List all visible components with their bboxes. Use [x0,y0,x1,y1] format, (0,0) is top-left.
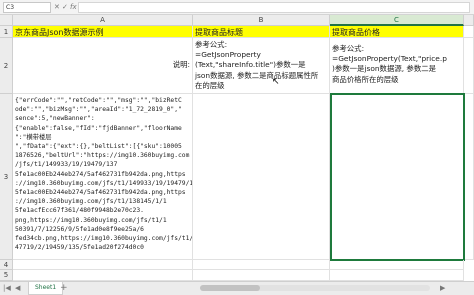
formula-input[interactable] [78,2,470,13]
mouse-pointer-icon: ↖ [272,77,280,87]
cell-a5[interactable] [13,270,193,281]
formula-bar: C3 ✕ ✓ fx [0,0,474,15]
cell-b4[interactable] [193,260,330,270]
cell-c5[interactable] [330,270,464,281]
cell-a2[interactable]: 说明: [13,38,193,94]
column-header-b[interactable]: B [193,15,330,26]
column-header-blank[interactable] [464,15,474,26]
cell-d1[interactable] [464,26,474,38]
prev-sheet-icon[interactable]: ◀ [15,282,20,295]
confirm-icon[interactable]: ✓ [62,1,68,13]
sheet-tab-bar: |◀ ◀ Sheet1 + ▶ [0,281,474,295]
cell-a2-text: 说明: [172,60,190,69]
row-header-5[interactable]: 5 [0,270,13,281]
select-all-corner[interactable] [0,15,13,26]
cell-b2-text: 参考公式: =GetJsonProperty (Text,"shareInfo.… [195,40,319,90]
name-box[interactable]: C3 [3,2,51,13]
cancel-icon[interactable]: ✕ [54,1,60,13]
row-header-2[interactable]: 2 [0,38,13,94]
active-cell-selection [330,93,465,261]
fx-label[interactable]: fx [70,1,77,13]
cell-d3[interactable] [464,94,474,260]
cell-a4[interactable] [13,260,193,270]
cell-a1[interactable]: 京东商品Json数据源示例 [13,26,193,38]
first-sheet-icon[interactable]: |◀ [3,282,11,295]
cell-d2[interactable] [464,38,474,94]
cell-b5[interactable] [193,270,330,281]
add-sheet-icon[interactable]: + [60,282,68,294]
row-header-1[interactable]: 1 [0,26,13,38]
cell-a3-text: {"errCode":"","retCode":"","msg":"","biz… [15,97,193,252]
column-header-c[interactable]: C [330,15,464,26]
cell-b1[interactable]: 提取商品标题 [193,26,330,38]
cell-b2[interactable]: 参考公式: =GetJsonProperty (Text,"shareInfo.… [193,38,330,94]
horizontal-scrollbar[interactable] [200,285,430,291]
cell-c2-text: 参考公式: =GetJsonProperty(Text,"price.p )参数… [332,44,447,84]
scroll-right-icon[interactable]: ▶ [440,282,445,295]
scrollbar-thumb[interactable] [200,285,260,291]
row-header-3[interactable]: 3 [0,94,13,260]
cell-c2[interactable]: 参考公式: =GetJsonProperty(Text,"price.p )参数… [330,38,464,94]
cell-b3[interactable] [193,94,330,260]
cell-a3[interactable]: {"errCode":"","retCode":"","msg":"","biz… [13,94,193,260]
column-header-a[interactable]: A [13,15,193,26]
row-header-4[interactable]: 4 [0,260,13,270]
sheet-tab-sheet1[interactable]: Sheet1 [28,282,64,295]
cell-c4[interactable] [330,260,464,270]
cell-c1[interactable]: 提取商品价格 [330,26,464,38]
